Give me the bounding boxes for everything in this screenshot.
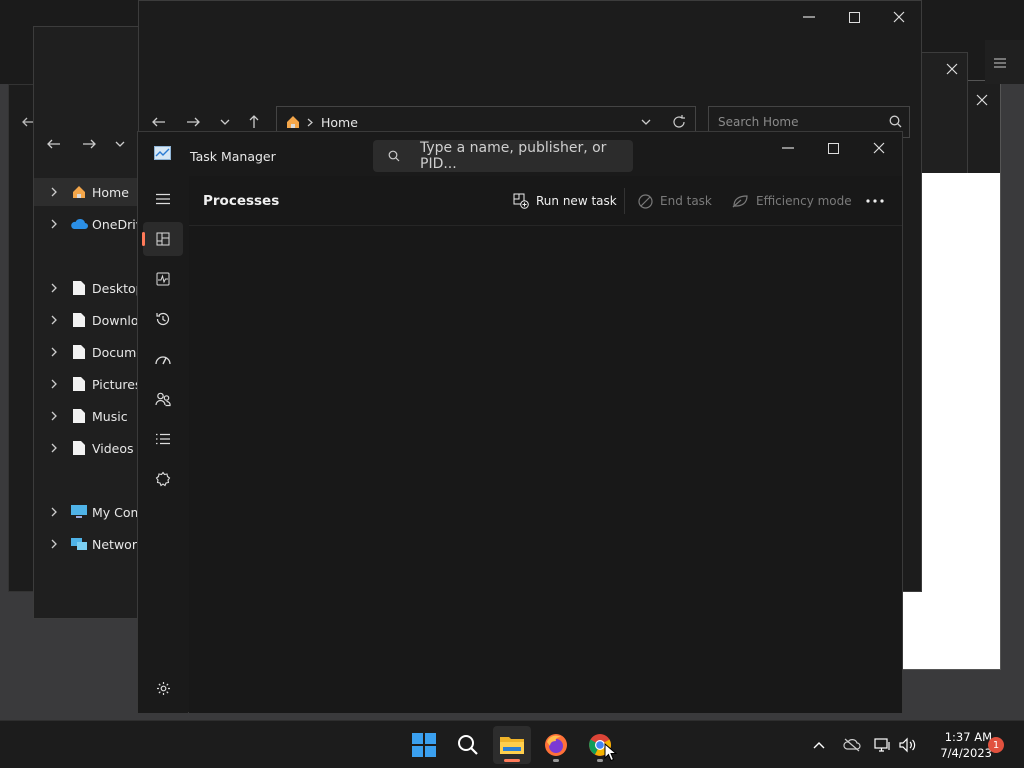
processes-command-bar: Processes Run new task End task Efficien…	[189, 176, 902, 226]
back-arrow-icon[interactable]	[46, 137, 61, 151]
minimize-icon[interactable]	[773, 134, 803, 162]
nav-details-icon[interactable]	[143, 422, 183, 456]
refresh-icon[interactable]	[672, 115, 686, 129]
breadcrumb-home[interactable]: Home	[321, 115, 358, 130]
taskbar: 1:37 AM 7/4/2023 1	[0, 720, 1024, 768]
chevron-right-icon[interactable]	[46, 347, 62, 357]
more-options-icon[interactable]	[866, 188, 884, 214]
document-icon	[70, 311, 88, 329]
document-icon	[70, 375, 88, 393]
end-task-icon	[638, 193, 653, 209]
run-new-task-icon	[513, 193, 529, 209]
task-manager-sidebar	[138, 176, 188, 713]
background-window-edge	[985, 40, 1024, 84]
nav-services-icon[interactable]	[143, 462, 183, 496]
search-icon	[889, 115, 902, 128]
up-arrow-icon[interactable]	[247, 114, 261, 129]
nav-tree-label: Music	[92, 408, 128, 424]
chevron-right-icon[interactable]	[46, 507, 62, 517]
settings-gear-icon[interactable]	[143, 671, 183, 705]
start-icon[interactable]	[405, 726, 443, 764]
nav-tree-label: Home	[92, 184, 129, 200]
close-icon[interactable]	[969, 87, 995, 113]
firefox-icon[interactable]	[537, 726, 575, 764]
chevron-right-icon[interactable]	[46, 187, 62, 197]
run-new-task-button[interactable]: Run new task	[513, 188, 617, 214]
end-task-label: End task	[660, 194, 712, 208]
chevron-right-icon[interactable]	[46, 539, 62, 549]
nav-processes-icon[interactable]	[142, 222, 183, 256]
processes-page: Processes Run new task End task Efficien…	[189, 176, 902, 713]
chevron-right-icon[interactable]	[46, 315, 62, 325]
running-indicator	[597, 759, 603, 762]
nav-tree-label: Pictures	[92, 376, 142, 392]
task-manager-logo-icon	[154, 146, 171, 160]
close-icon[interactable]	[884, 3, 914, 31]
search-placeholder: Type a name, publisher, or PID...	[420, 140, 607, 172]
forward-arrow-icon[interactable]	[82, 137, 97, 151]
home-icon	[70, 183, 88, 201]
window-title: Task Manager	[190, 149, 276, 164]
nav-performance-icon[interactable]	[143, 262, 183, 296]
show-hidden-icons-chevron-icon[interactable]	[801, 726, 837, 764]
run-new-task-label: Run new task	[536, 194, 617, 208]
minimize-icon[interactable]	[794, 3, 824, 31]
process-list-area	[189, 227, 902, 713]
nav-tree-label: Videos	[92, 440, 134, 456]
onedrive-offline-icon[interactable]	[834, 726, 870, 764]
end-task-button[interactable]: End task	[638, 188, 712, 214]
running-indicator	[504, 759, 520, 762]
nav-tree-label: Desktop	[92, 280, 144, 296]
maximize-icon[interactable]	[818, 134, 848, 162]
close-icon[interactable]	[939, 57, 965, 81]
home-icon	[285, 114, 301, 130]
efficiency-mode-button[interactable]: Efficiency mode	[732, 188, 852, 214]
chevron-down-icon[interactable]	[114, 139, 126, 149]
chevron-right-icon[interactable]	[46, 219, 62, 229]
chevron-right-icon[interactable]	[46, 443, 62, 453]
menu-icon[interactable]	[993, 57, 1007, 69]
clock-time: 1:37 AM	[944, 730, 992, 744]
nav-startup-apps-icon[interactable]	[143, 342, 183, 376]
breadcrumb-separator-icon	[307, 118, 313, 127]
notification-badge[interactable]: 1	[988, 737, 1004, 753]
cloud-icon	[70, 215, 88, 233]
nav-app-history-icon[interactable]	[143, 302, 183, 336]
chevron-down-icon[interactable]	[219, 117, 231, 127]
chevron-right-icon[interactable]	[46, 283, 62, 293]
forward-arrow-icon[interactable]	[186, 115, 201, 129]
efficiency-leaf-icon	[732, 194, 749, 208]
chevron-down-icon[interactable]	[640, 117, 652, 127]
document-icon	[70, 407, 88, 425]
document-icon	[70, 343, 88, 361]
computer-icon	[70, 503, 88, 521]
network-icon	[70, 535, 88, 553]
chevron-right-icon[interactable]	[46, 411, 62, 421]
running-indicator	[553, 759, 559, 762]
mouse-cursor-icon	[604, 743, 617, 762]
close-icon[interactable]	[864, 134, 894, 162]
maximize-icon[interactable]	[839, 3, 869, 31]
search-icon[interactable]	[449, 726, 487, 764]
volume-icon[interactable]	[890, 726, 924, 764]
file-explorer-icon[interactable]	[493, 726, 531, 764]
document-icon	[70, 279, 88, 297]
efficiency-mode-label: Efficiency mode	[756, 194, 852, 208]
page-title: Processes	[203, 193, 280, 209]
process-search-input[interactable]: Type a name, publisher, or PID...	[373, 140, 633, 172]
search-icon	[388, 150, 400, 162]
nav-users-icon[interactable]	[143, 382, 183, 416]
document-icon	[70, 439, 88, 457]
system-clock[interactable]: 1:37 AM 7/4/2023	[920, 729, 992, 761]
command-separator	[624, 188, 625, 214]
hamburger-menu-icon[interactable]	[143, 182, 183, 216]
clock-date: 7/4/2023	[940, 746, 992, 760]
back-arrow-icon[interactable]	[151, 115, 166, 129]
task-manager-window: Task Manager Type a name, publisher, or …	[137, 131, 903, 713]
chevron-right-icon[interactable]	[46, 379, 62, 389]
